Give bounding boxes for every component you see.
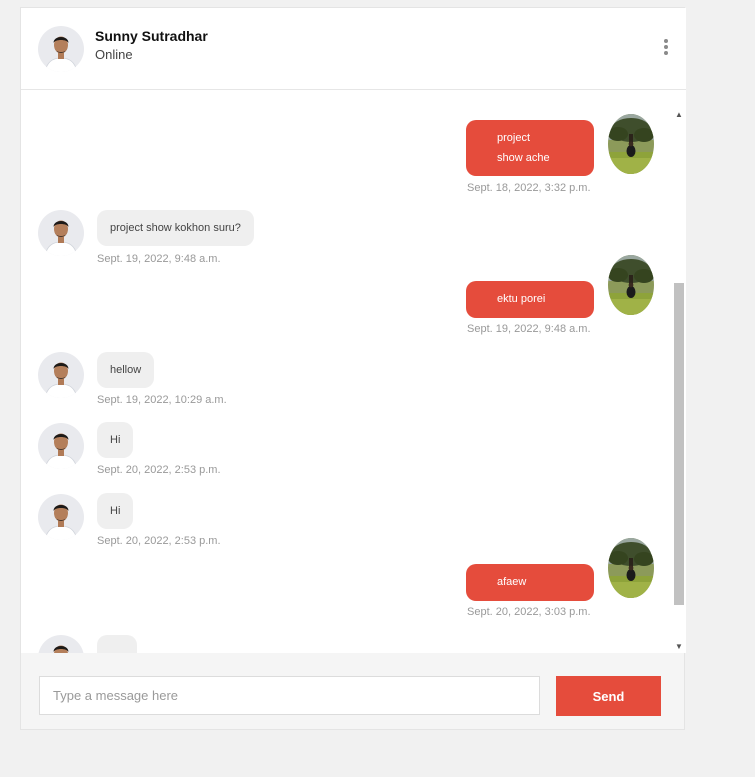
outgoing-message: ektu porei [466, 281, 594, 318]
scroll-down-arrow-icon[interactable]: ▼ [672, 641, 686, 653]
contact-avatar [38, 423, 84, 469]
message-text-line: project [497, 132, 531, 144]
scroll-up-arrow-icon[interactable]: ▲ [672, 109, 686, 121]
message-timestamp: Sept. 18, 2022, 3:32 p.m. [467, 182, 591, 194]
contact-avatar [38, 352, 84, 398]
contact-avatar [38, 635, 84, 653]
outgoing-message: project show ache [466, 120, 594, 176]
message-text-line: show ache [497, 152, 550, 164]
message-timestamp: Sept. 20, 2022, 2:53 p.m. [97, 535, 221, 547]
chat-header: Sunny Sutradhar Online [21, 8, 686, 90]
my-avatar [608, 255, 654, 315]
contact-avatar [38, 494, 84, 540]
incoming-message: Hi [97, 422, 134, 458]
message-timestamp: Sept. 19, 2022, 9:48 a.m. [467, 323, 591, 335]
my-avatar [608, 538, 654, 598]
contact-status: Online [95, 47, 133, 62]
message-timestamp: Sept. 20, 2022, 3:03 p.m. [467, 606, 591, 618]
incoming-message: hellow [97, 352, 155, 388]
kebab-menu-icon[interactable] [661, 39, 671, 55]
chat-window: Sunny Sutradhar Online project show ache… [20, 7, 686, 730]
message-composer: Send [21, 653, 684, 729]
message-list[interactable]: project show ache Sept. 18, 2022, 3:32 p… [21, 90, 686, 653]
message-timestamp: Sept. 19, 2022, 10:29 a.m. [97, 394, 227, 406]
outgoing-message: afaew [466, 564, 594, 601]
send-button[interactable]: Send [556, 676, 661, 716]
my-avatar [608, 114, 654, 174]
message-timestamp: Sept. 20, 2022, 2:53 p.m. [97, 464, 221, 476]
scrollbar-thumb[interactable] [674, 283, 684, 605]
message-input[interactable] [39, 676, 540, 715]
incoming-message: project show kokhon suru? [97, 210, 254, 246]
message-timestamp: Sept. 19, 2022, 9:48 a.m. [97, 253, 221, 265]
message-scrollbar[interactable]: ▲ ▼ [672, 109, 686, 653]
incoming-message [97, 635, 137, 653]
contact-avatar [38, 210, 84, 256]
contact-avatar [38, 26, 84, 72]
contact-name: Sunny Sutradhar [95, 28, 208, 44]
incoming-message: Hi [97, 493, 134, 529]
